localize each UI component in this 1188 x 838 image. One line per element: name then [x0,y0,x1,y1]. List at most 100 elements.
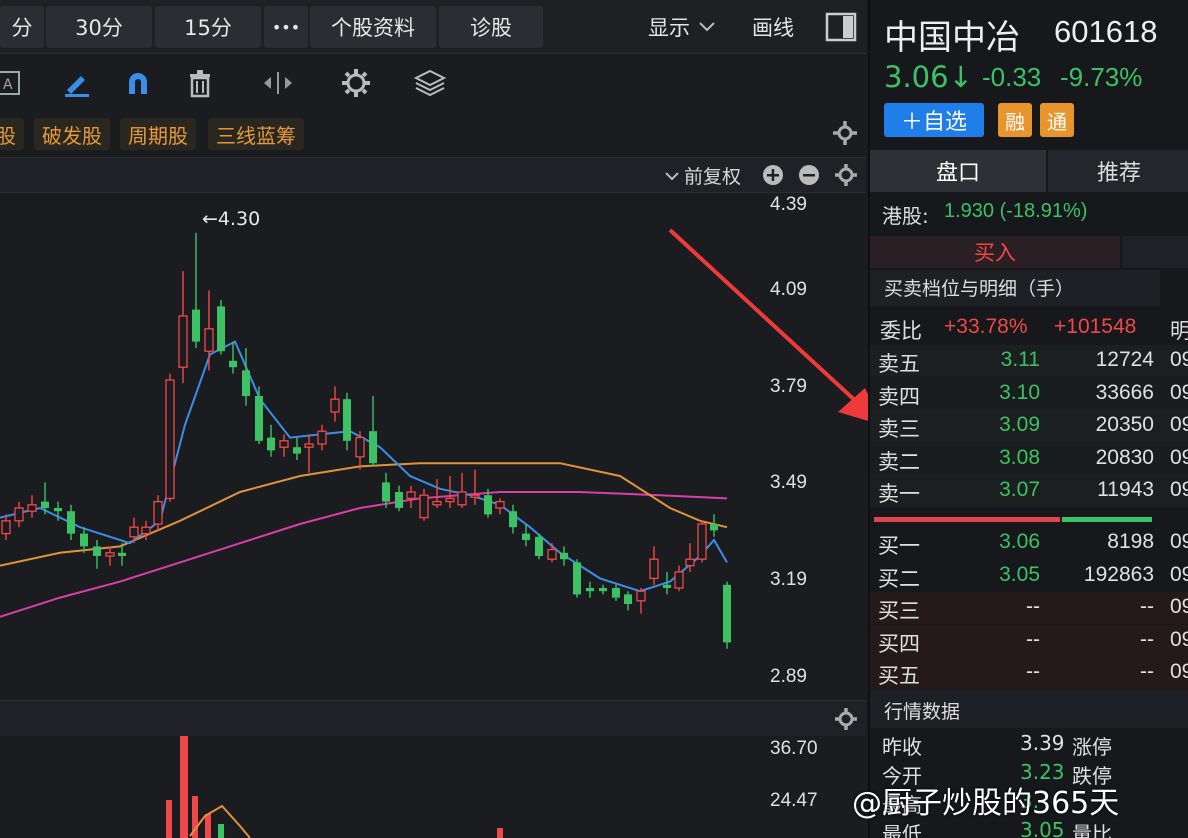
bid-row[interactable]: 买二 3.05 192863 09 [870,559,1188,592]
trash-icon[interactable] [182,66,218,100]
market-extra: 涨停 [1072,735,1112,759]
ask-row[interactable]: 卖一 3.07 11943 09 [870,475,1188,507]
ask-volume: 33666 [1095,380,1154,404]
candle [369,431,377,464]
chevron-down-icon [665,171,679,180]
connect-badge-label: 通 [1047,109,1067,134]
price-axis-tick: 3.49 [770,472,807,493]
bid-level-label: 买二 [878,566,920,591]
candle [419,494,429,519]
detail-time: 09 [1170,530,1188,553]
add-watchlist-button[interactable]: ＋自选 [884,103,984,137]
bid-price: -- [1026,660,1040,683]
depth-title-bar: 买卖档位与明细（手） [870,270,1160,306]
ask-volume: 11943 [1097,478,1154,501]
zoom-out-icon[interactable] [798,164,820,190]
split-resize-icon[interactable] [260,66,296,100]
settings-gear-icon[interactable] [338,66,374,100]
current-price: 3.06↓ [884,60,973,94]
ask-row[interactable]: 卖四 3.10 33666 09 [870,377,1188,410]
period-tab-15min[interactable]: 15分 [155,6,261,48]
magnet-icon[interactable] [120,66,156,100]
candle [495,500,505,509]
candle [697,523,707,560]
annotation-arrow [668,228,882,425]
diagnose-button[interactable]: 诊股 [439,6,543,48]
candle [535,536,543,556]
concept-tag[interactable]: 周期股 [120,118,196,150]
hk-share-value: 1.930 (-18.91%) [944,200,1088,222]
text-tool-icon[interactable]: A [0,66,26,100]
hk-share-label: 港股: [882,204,929,228]
volume-bar [180,736,188,838]
stock-code: 601618 [1054,14,1158,49]
adjust-dropdown[interactable]: 前复权 [664,162,741,189]
connect-badge[interactable]: 通 [1040,103,1074,137]
price-axis-tick: 4.39 [770,194,807,215]
more-icon: ••• [271,17,301,37]
bid-row[interactable]: 买一 3.06 8198 09 [870,527,1188,559]
margin-badge[interactable]: 融 [998,103,1032,137]
ask-row[interactable]: 卖二 3.08 20830 09 [870,442,1188,475]
candle [560,552,568,560]
stock-info-button[interactable]: 个股资料 [310,6,436,48]
tab-pankou[interactable]: 盘口 [870,150,1046,192]
detail-time: 09 [1170,348,1188,371]
volume-axis-tick: 36.70 [770,738,818,759]
candle [204,328,214,352]
candle [649,558,659,580]
candle [599,588,607,592]
candle [118,552,126,556]
candle [165,379,175,500]
ask-row[interactable]: 卖五 3.11 12724 09 [870,345,1188,377]
bid-row[interactable]: 买五 -- -- 09 [870,657,1188,689]
period-tab-30min[interactable]: 30分 [46,6,152,48]
chart-settings-gear-icon[interactable] [834,163,858,191]
candle [457,491,467,506]
market-data-header: 行情数据 [870,690,1188,728]
add-watchlist-label: ＋自选 [900,110,967,135]
volume-chart[interactable]: 36.70 24.47 [0,736,866,838]
candle [445,497,455,503]
candle [484,495,492,515]
chevron-down-icon [699,22,715,32]
bid-volume: -- [1140,595,1154,618]
zoom-in-icon[interactable] [762,164,784,190]
ask-volume: 20350 [1095,413,1154,436]
ask-row[interactable]: 卖三 3.09 20350 09 [870,410,1188,442]
weibi-pct: +33.78% [944,315,1028,338]
period-tab-partial[interactable]: 分 [0,6,44,48]
candle [382,482,390,502]
volume-bar [218,824,224,838]
candle [80,533,88,547]
concept-tag[interactable]: 破发股 [34,118,110,150]
more-button[interactable]: ••• [264,6,308,48]
tag-settings-gear-icon[interactable] [832,120,858,150]
candle [317,430,327,445]
ask-volume: 20830 [1095,445,1154,469]
concept-tag[interactable]: 三线蓝筹 [208,118,304,150]
display-dropdown[interactable]: 显示 [636,6,728,48]
buy-button[interactable]: 买入 [870,236,1120,268]
bid-row[interactable]: 买四 -- -- 09 [870,624,1188,657]
bid-volume: 8198 [1107,530,1154,553]
draw-line-button[interactable]: 画线 [740,6,806,48]
pen-icon[interactable] [58,66,94,100]
candle [432,500,442,506]
bid-price: 3.06 [999,530,1040,553]
sell-button[interactable] [1122,236,1188,268]
ask-level-label: 卖四 [878,384,920,409]
concept-tag-label: 股 [0,123,16,148]
volume-settings-gear-icon[interactable] [834,707,858,735]
candle [27,504,37,512]
concept-tag[interactable]: 股 [0,118,24,150]
bid-row[interactable]: 买三 -- -- 09 [870,592,1188,624]
bid-level-label: 买三 [878,599,920,623]
layers-icon[interactable] [412,66,448,100]
tab-recommend[interactable]: 推荐 [1048,150,1188,192]
candle [255,396,263,441]
chart-header-bar: 前复权 [0,157,866,193]
concept-tag-label: 三线蓝筹 [216,123,296,148]
svg-text:A: A [3,77,13,93]
layout-toggle-button[interactable] [824,6,858,48]
